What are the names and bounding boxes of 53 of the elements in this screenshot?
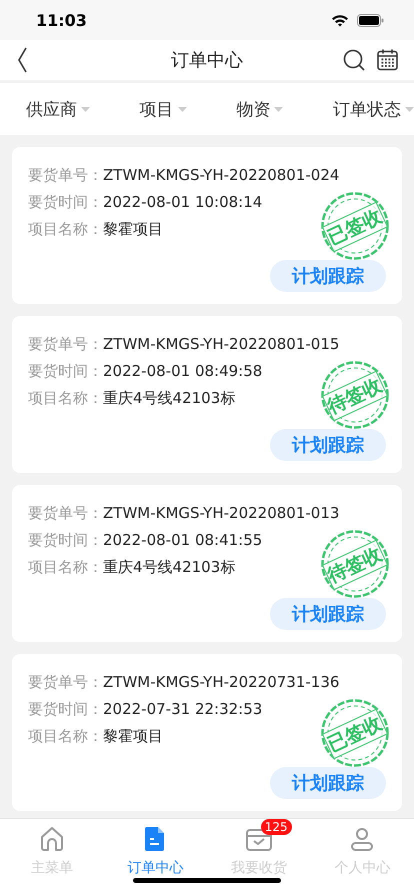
stamp-text: 待签收 [322, 370, 388, 422]
filter-dropdown[interactable]: 供应商 [26, 94, 90, 124]
field-label: 要货时间： [28, 699, 103, 720]
field-value: 2022-08-01 10:08:14 [103, 192, 262, 213]
filter-dropdown[interactable]: 物资 [236, 94, 284, 124]
stamp-ring-icon [320, 529, 390, 599]
filter-dropdown[interactable]: 订单状态 [332, 94, 414, 124]
field-label: 项目名称： [28, 219, 103, 240]
stamp-text: 已签收 [322, 202, 388, 252]
battery-icon [357, 14, 384, 26]
field-label: 要货单号： [28, 503, 103, 524]
caret-icon [404, 106, 414, 112]
field-value: ZTWM-KMGS-YH-20220731-136 [103, 672, 340, 693]
field-label: 项目名称： [28, 557, 103, 578]
back-icon[interactable] [16, 47, 28, 73]
count-badge: 125 [260, 819, 292, 835]
caret-icon [178, 106, 187, 112]
track-button[interactable]: 计划跟踪 [270, 767, 386, 799]
field-value: 2022-08-01 08:49:58 [103, 361, 262, 382]
calendar-icon[interactable] [377, 49, 398, 71]
caret-icon [81, 106, 90, 112]
field-value: 重庆4号线42103标 [103, 557, 236, 578]
filter-dropdown[interactable]: 项目 [140, 94, 187, 124]
field-value: ZTWM-KMGS-YH-20220801-013 [103, 503, 340, 524]
caret-icon [274, 106, 284, 112]
field-label: 项目名称： [28, 388, 103, 409]
field-value: 黎霍项目 [103, 219, 163, 240]
track-button[interactable]: 计划跟踪 [270, 598, 386, 630]
field-value: ZTWM-KMGS-YH-20220801-015 [103, 334, 340, 355]
field-label: 要货时间： [28, 192, 103, 213]
field-value: 2022-08-01 08:41:55 [103, 530, 262, 551]
field-value: 2022-07-31 22:32:53 [103, 699, 262, 720]
track-button[interactable]: 计划跟踪 [270, 260, 386, 292]
field-label: 要货单号： [28, 672, 103, 693]
wifi-icon [331, 14, 349, 26]
search-icon[interactable] [343, 49, 365, 71]
tab-item[interactable]: 订单中心 [104, 819, 207, 878]
field-label: 要货单号： [28, 165, 103, 186]
field-value: ZTWM-KMGS-YH-20220801-024 [103, 165, 340, 186]
field-label: 项目名称： [28, 726, 103, 747]
status-time: 11:03 [36, 10, 87, 30]
stamp-text: 待签收 [322, 540, 388, 590]
field-label: 要货时间： [28, 361, 103, 382]
stamp-ring-icon [320, 191, 390, 261]
track-button[interactable]: 计划跟踪 [270, 429, 386, 461]
page-title: 订单中心 [171, 49, 243, 72]
stamp-ring-icon [320, 698, 390, 768]
field-label: 要货时间： [28, 530, 103, 551]
stamp-ring-icon [320, 360, 390, 430]
field-value: 重庆4号线42103标 [103, 388, 236, 409]
field-value: 黎霍项目 [103, 726, 163, 747]
stamp-text: 已签收 [322, 708, 388, 760]
field-label: 要货单号： [28, 334, 103, 355]
